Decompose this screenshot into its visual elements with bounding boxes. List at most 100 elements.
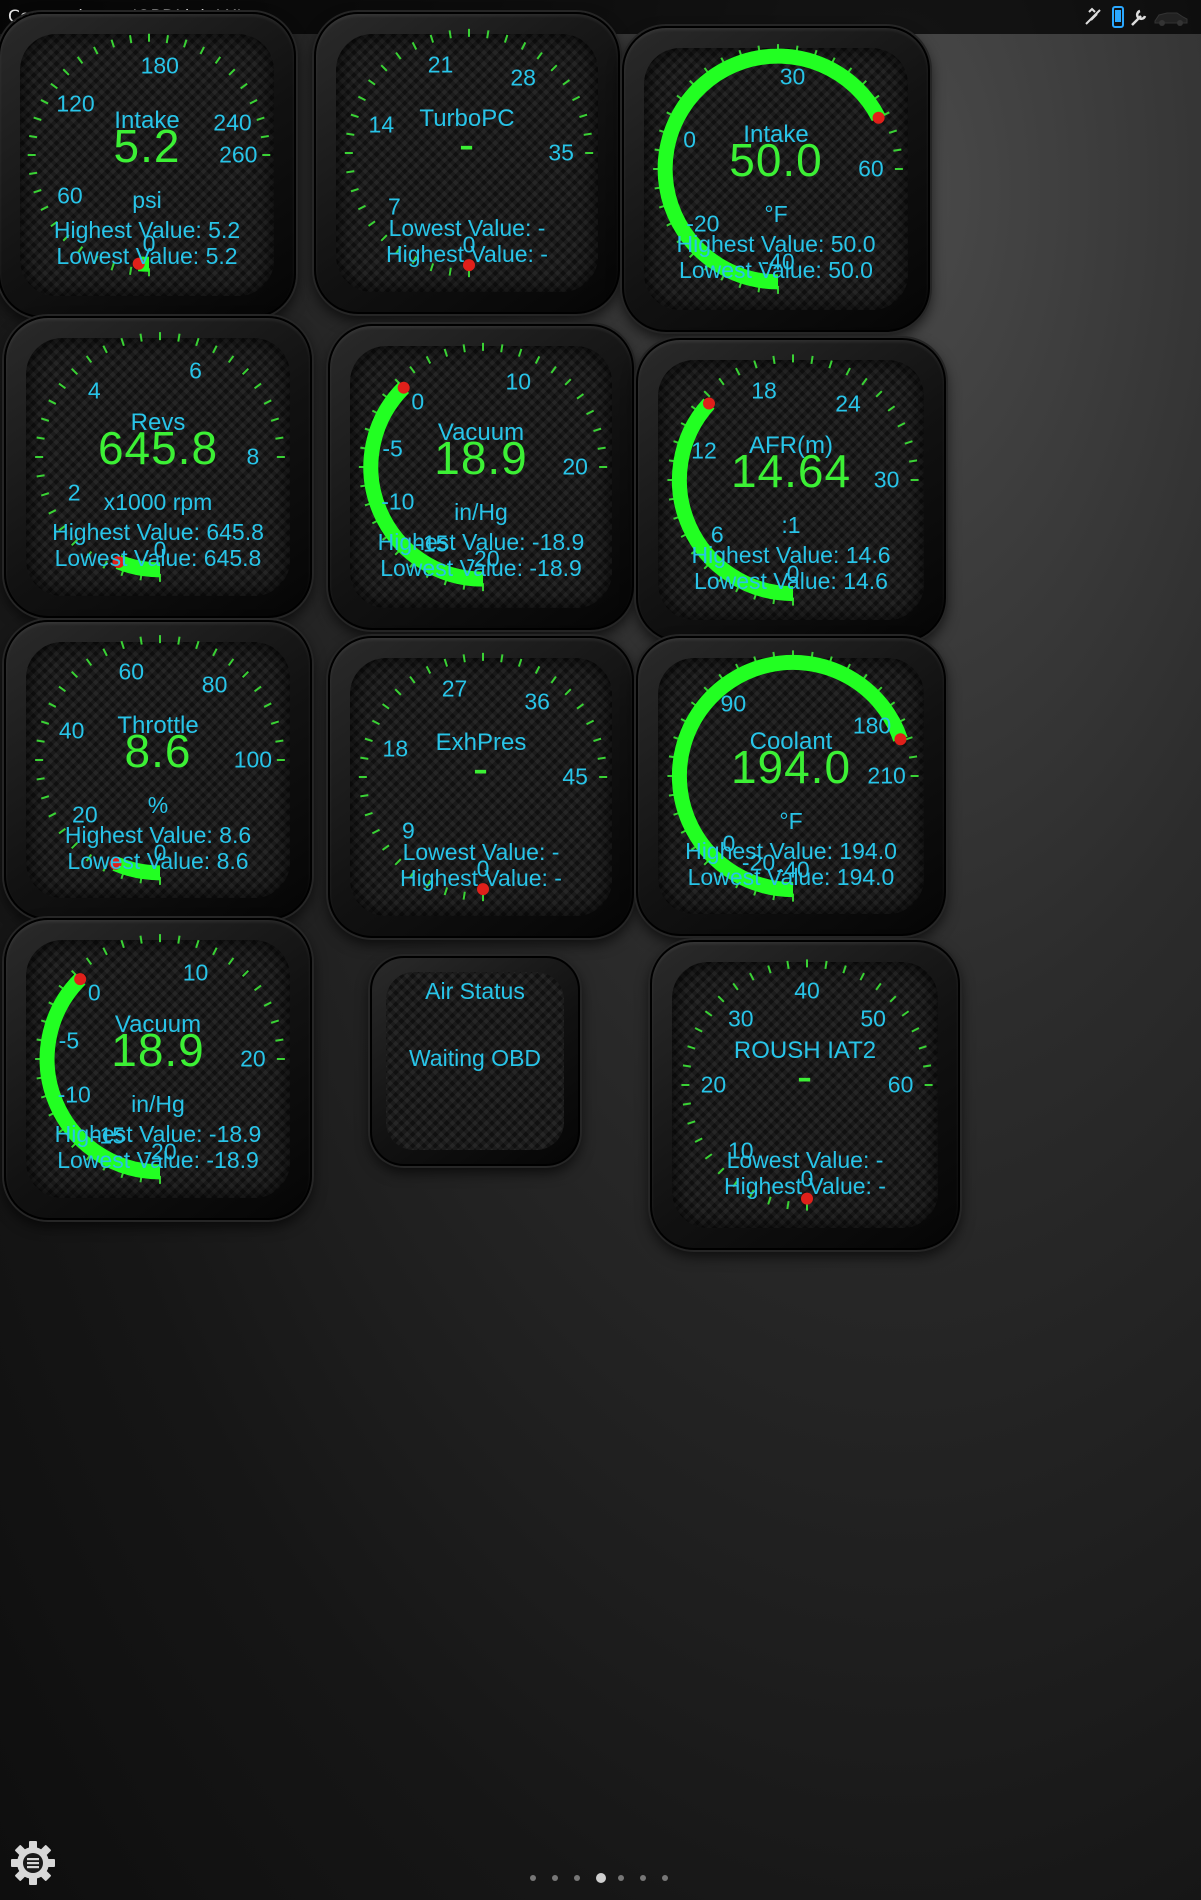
- gauge-tick-label: 0: [411, 388, 425, 415]
- gauge-minor-tick: [448, 267, 452, 276]
- page-dot[interactable]: [574, 1875, 580, 1881]
- gauge-revs[interactable]: 0 2 4 6 8 Revs 645.8 x1000 rpm Highest Value: 64…: [4, 316, 312, 618]
- gauge-minor-tick: [717, 995, 725, 1003]
- gauge-stat-secondary: Lowest Value: 5.2: [56, 243, 238, 269]
- gauge-minor-tick: [824, 960, 828, 970]
- gauge-minor-tick: [536, 51, 543, 60]
- gauge-needle-marker: [74, 973, 87, 986]
- gauge-minor-tick: [76, 56, 84, 64]
- page-dot[interactable]: [530, 1875, 536, 1881]
- gauge-value: 18.9: [434, 432, 528, 484]
- gauge-stat-secondary: Lowest Value: -18.9: [57, 1147, 259, 1173]
- gauge-stat-primary: Highest Value: 8.6: [64, 822, 252, 848]
- gauge-minor-tick: [486, 30, 490, 39]
- gauge-tick-label: 10: [505, 368, 532, 395]
- gauge-vacuum-2[interactable]: -20 -15 -10 -5 0 10 20 Vacuum 18.9 in/Hg Highest V…: [4, 918, 312, 1220]
- gauge-turbopc[interactable]: 0 7 14 21 28 35 TurboPC - Lowest Value: - Highest…: [314, 12, 620, 314]
- gauge-minor-tick: [897, 422, 906, 428]
- gauge-tick-label: 30: [728, 1005, 754, 1032]
- page-dot[interactable]: [618, 1875, 624, 1881]
- gauge-minor-tick: [177, 333, 181, 342]
- gauge-tick-label: 60: [118, 658, 145, 685]
- gauge-minor-tick: [694, 1137, 703, 1143]
- gauge-stat-primary: Highest Value: -18.9: [54, 1121, 262, 1147]
- gauge-minor-tick: [241, 367, 250, 376]
- gauge-minor-tick: [534, 355, 541, 364]
- settings-button[interactable]: [8, 1838, 58, 1888]
- gauge-tick-label: 50: [860, 1005, 886, 1032]
- gauge-intake-boost[interactable]: 0 60 120 180 240 260 Intake 5.2 psi Highest Value…: [0, 12, 296, 318]
- gauge-minor-tick: [58, 685, 67, 693]
- gauge-minor-tick: [901, 1010, 910, 1017]
- gauge-value: 645.8: [97, 422, 219, 474]
- gauge-value: 8.6: [124, 725, 192, 777]
- gauge-stat-primary: Highest Value: 14.6: [691, 542, 891, 568]
- gauge-intake-temp[interactable]: -40 -20 0 30 60 Intake 50.0 °F Highest Value: 50…: [622, 26, 930, 332]
- gauge-minor-tick: [120, 337, 125, 347]
- gauge-minor-tick: [749, 972, 755, 981]
- page-dot[interactable]: [662, 1875, 668, 1881]
- gauge-stat-primary: Highest Value: 194.0: [685, 838, 897, 864]
- gauge-minor-tick: [40, 99, 49, 105]
- gauge-stat-primary: Lowest Value: -: [388, 215, 546, 241]
- gauge-minor-tick: [889, 995, 897, 1003]
- gauge-stat-secondary: Lowest Value: 8.6: [67, 848, 249, 874]
- gauge-minor-tick: [503, 34, 509, 43]
- gauge-minor-tick: [48, 702, 57, 708]
- gauge-vacuum-1[interactable]: -20 -15 -10 -5 0 10 20 Vacuum 18.9 in/Hg Highest V…: [328, 324, 634, 630]
- gauge-minor-tick: [517, 658, 523, 667]
- gauge-minor-tick: [704, 1010, 713, 1017]
- page-dot[interactable]: [596, 1873, 606, 1883]
- gauge-minor-tick: [199, 46, 205, 55]
- gauge-stat-secondary: Highest Value: -: [724, 1173, 886, 1199]
- gauge-minor-tick: [102, 947, 108, 956]
- page-dot[interactable]: [552, 1875, 558, 1881]
- gauge-minor-tick: [411, 41, 418, 50]
- gauge-minor-tick: [120, 640, 125, 650]
- gauge-coolant[interactable]: -40 -20 0 90 180 210 Coolant 194.0 °F Highest Val…: [636, 636, 946, 936]
- gauge-minor-tick: [253, 685, 262, 693]
- gauge-minor-tick: [183, 39, 188, 48]
- gauge-minor-tick: [212, 345, 218, 354]
- gauge-minor-tick: [357, 204, 366, 211]
- gauge-value: 18.9: [111, 1024, 205, 1076]
- air-status-box[interactable]: Air Status Waiting OBD: [370, 956, 580, 1166]
- gauge-minor-tick: [177, 935, 181, 944]
- gauge-value: -: [458, 118, 476, 170]
- gauge-tick-label: 28: [510, 64, 536, 91]
- gauge-tick-label: 4: [87, 377, 101, 404]
- gauge-minor-tick: [371, 828, 380, 835]
- gauge-throttle[interactable]: 0 20 40 60 80 100 Throttle 8.6% Highest Value: 8…: [4, 620, 312, 920]
- gauge-minor-tick: [810, 355, 814, 365]
- page-dot[interactable]: [640, 1875, 646, 1881]
- gauge-minor-tick: [165, 35, 169, 44]
- gauge-roush-iat2[interactable]: 0 10 20 30 40 50 60 ROUSH IAT2- Lowest Value: -H…: [650, 940, 960, 1250]
- gauge-minor-tick: [429, 34, 435, 43]
- gauge-minor-tick: [586, 719, 595, 726]
- gauge-minor-tick: [253, 382, 262, 390]
- gauge-tick-label: 90: [720, 690, 747, 717]
- gauge-needle-marker: [702, 397, 715, 410]
- gauge-minor-tick: [346, 170, 355, 174]
- gauge-minor-tick: [102, 648, 108, 657]
- gauge-minor-tick: [859, 972, 865, 981]
- gauge-minor-tick: [93, 46, 99, 55]
- gauge-afr[interactable]: 0 6 12 18 24 30 AFR(m) 14.64:1 Highest Value: 14…: [636, 338, 946, 642]
- gauge-minor-tick: [110, 39, 115, 48]
- gauge-minor-tick: [409, 365, 416, 374]
- gauge-minor-tick: [139, 333, 143, 342]
- gauge-minor-tick: [550, 675, 557, 684]
- gauge-minor-tick: [227, 957, 235, 966]
- gauge-minor-tick: [875, 390, 883, 398]
- air-status-title: Air Status: [425, 978, 525, 1004]
- gauge-minor-tick: [350, 187, 359, 193]
- gauge-minor-tick: [139, 935, 143, 944]
- gauge-exhpres[interactable]: 0 9 18 27 36 45 ExhPres - Lowest Value: - Highest…: [328, 636, 634, 938]
- gauge-minor-tick: [214, 56, 222, 64]
- gauge-minor-tick: [227, 658, 235, 667]
- car-icon: [1154, 12, 1188, 26]
- gauge-minor-tick: [253, 984, 262, 992]
- gauge-tick-label: 180: [140, 52, 179, 79]
- gauge-stat-primary: Lowest Value: -: [726, 1147, 884, 1173]
- phone-icon: [1112, 6, 1124, 28]
